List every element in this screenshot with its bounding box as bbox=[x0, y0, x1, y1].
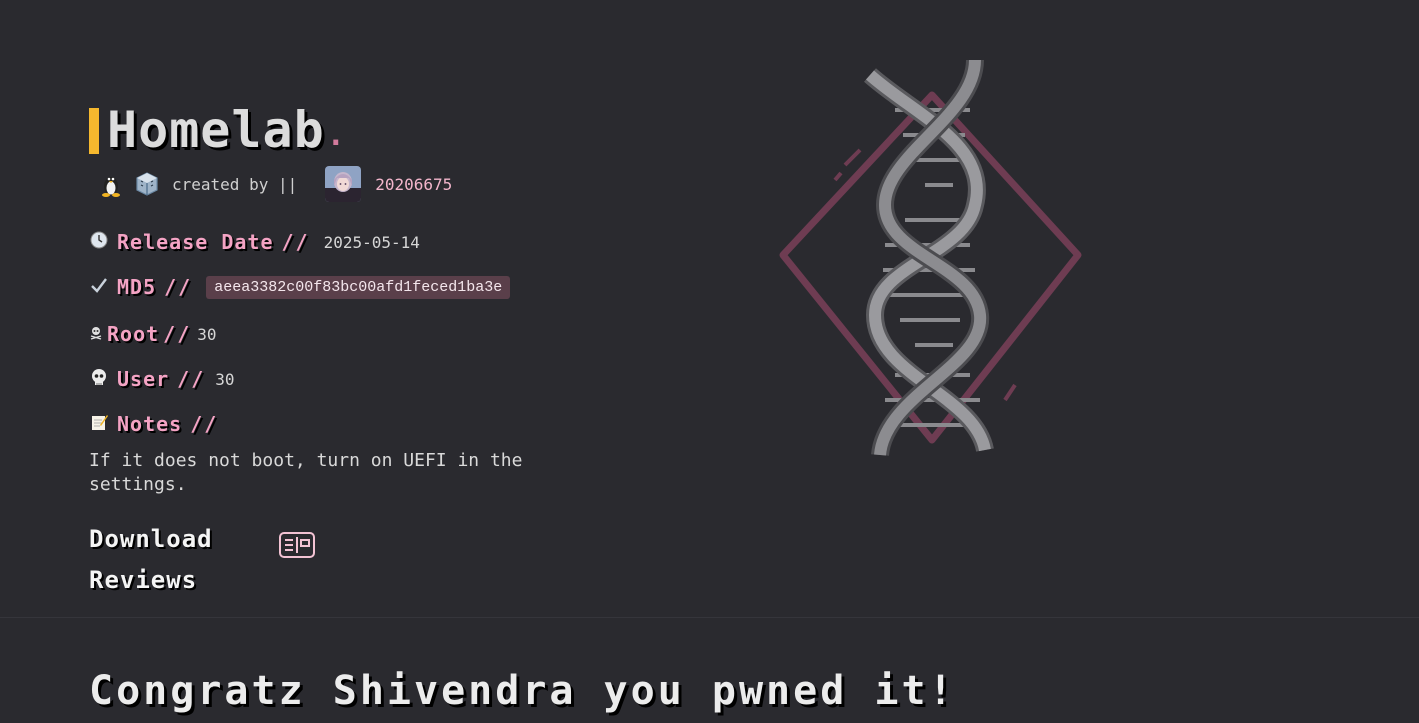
release-date-sep: // bbox=[281, 230, 310, 254]
user-value: 30 bbox=[215, 369, 235, 389]
user-label: User bbox=[117, 367, 170, 391]
dna-helix-artwork bbox=[779, 59, 1082, 457]
created-by-label: created by || bbox=[172, 174, 298, 194]
notes-row: Notes // bbox=[89, 412, 224, 436]
release-date-row: Release Date // 2025-05-14 bbox=[89, 230, 420, 254]
md5-hash-value[interactable]: aeea3382c00f83bc00afd1feced1ba3e bbox=[206, 275, 511, 299]
machine-title: Homelab bbox=[107, 101, 325, 159]
root-row: Root // 30 bbox=[89, 322, 217, 346]
review-card-icon[interactable] bbox=[279, 531, 315, 559]
congrats-heading: Congratz Shivendra you pwned it! bbox=[89, 668, 956, 714]
root-label: Root bbox=[107, 322, 160, 346]
title-accent-bar bbox=[89, 108, 99, 154]
checkmark-icon bbox=[89, 276, 109, 298]
release-date-value: 2025-05-14 bbox=[323, 232, 420, 252]
notes-sep: // bbox=[190, 412, 219, 436]
md5-label: MD5 bbox=[117, 275, 157, 299]
creator-id[interactable]: 20206675 bbox=[375, 175, 452, 194]
md5-sep: // bbox=[164, 275, 193, 299]
notes-label: Notes bbox=[117, 412, 183, 436]
creator-row: created by || 20206675 bbox=[98, 166, 452, 202]
download-link[interactable]: Download bbox=[89, 525, 213, 553]
user-row: User // 30 bbox=[89, 367, 235, 391]
title-dot: . bbox=[326, 118, 345, 153]
section-divider bbox=[0, 617, 1419, 618]
reviews-link[interactable]: Reviews bbox=[89, 566, 197, 594]
root-sep: // bbox=[163, 322, 192, 346]
user-sep: // bbox=[177, 367, 206, 391]
linux-icon bbox=[98, 171, 124, 197]
skull-crossbones-icon bbox=[89, 326, 103, 343]
memo-icon bbox=[89, 413, 109, 435]
root-value: 30 bbox=[197, 324, 217, 344]
skull-icon bbox=[89, 368, 109, 390]
md5-row: MD5 // aeea3382c00f83bc00afd1feced1ba3e bbox=[89, 275, 511, 299]
release-date-label: Release Date bbox=[117, 230, 274, 254]
title-row: Homelab . bbox=[89, 104, 345, 156]
notes-text: If it does not boot, turn on UEFI in the… bbox=[89, 450, 523, 495]
virtualbox-icon bbox=[134, 171, 160, 197]
clock-icon bbox=[89, 231, 109, 253]
creator-avatar[interactable] bbox=[325, 166, 362, 202]
machine-page: Homelab . created by || 20206675 Release… bbox=[0, 0, 1419, 723]
